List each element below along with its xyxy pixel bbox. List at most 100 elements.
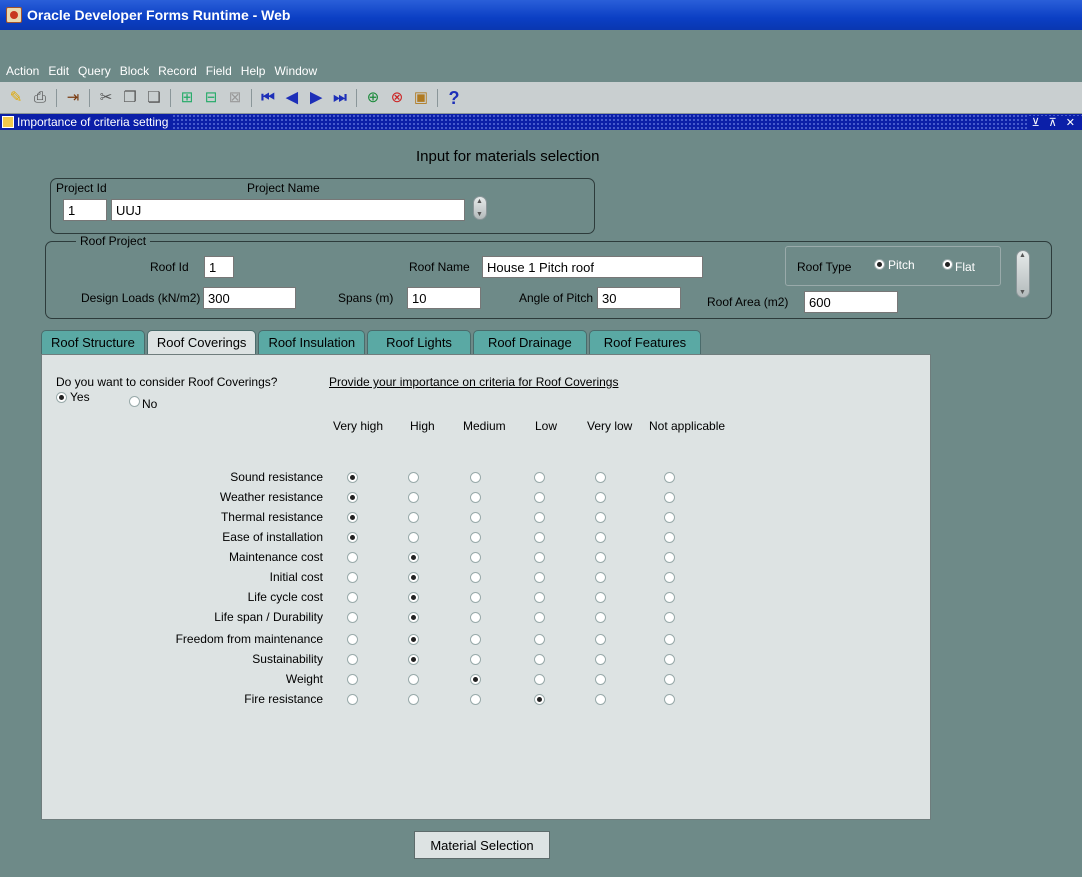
consider-no-radio[interactable] [129, 396, 140, 407]
criteria-radio-medium[interactable] [470, 674, 481, 685]
criteria-radio-not-applicable[interactable] [664, 492, 675, 503]
criteria-radio-high[interactable] [408, 552, 419, 563]
criteria-radio-high[interactable] [408, 532, 419, 543]
criteria-radio-high[interactable] [408, 492, 419, 503]
criteria-radio-low[interactable] [534, 492, 545, 503]
menu-help[interactable]: Help [241, 64, 266, 78]
criteria-radio-medium[interactable] [470, 512, 481, 523]
criteria-radio-very-high[interactable] [347, 552, 358, 563]
criteria-radio-very-high[interactable] [347, 532, 358, 543]
criteria-radio-very-high[interactable] [347, 512, 358, 523]
enter-query-icon[interactable]: ⊞ [176, 87, 198, 109]
criteria-radio-not-applicable[interactable] [664, 694, 675, 705]
criteria-radio-very-low[interactable] [595, 634, 606, 645]
help-icon[interactable]: ? [443, 87, 465, 109]
project-name-field[interactable]: UUJ [111, 199, 465, 221]
project-scroll-spinner[interactable] [473, 196, 487, 220]
copy-icon[interactable]: ❐ [119, 87, 141, 109]
design-loads-field[interactable]: 300 [203, 287, 296, 309]
menu-action[interactable]: Action [6, 64, 39, 78]
criteria-radio-high[interactable] [408, 694, 419, 705]
criteria-radio-very-low[interactable] [595, 694, 606, 705]
roof-type-pitch-radio[interactable] [874, 259, 885, 270]
roof-area-field[interactable]: 600 [804, 291, 898, 313]
criteria-radio-very-high[interactable] [347, 492, 358, 503]
window-controls[interactable]: ⊻ ⊼ ✕ [1027, 115, 1082, 129]
criteria-radio-not-applicable[interactable] [664, 572, 675, 583]
criteria-radio-very-high[interactable] [347, 592, 358, 603]
criteria-radio-medium[interactable] [470, 634, 481, 645]
criteria-radio-high[interactable] [408, 654, 419, 665]
criteria-radio-high[interactable] [408, 674, 419, 685]
criteria-radio-very-high[interactable] [347, 572, 358, 583]
criteria-radio-high[interactable] [408, 472, 419, 483]
consider-yes-radio[interactable] [56, 392, 67, 403]
menu-block[interactable]: Block [120, 64, 149, 78]
tab-roof-lights[interactable]: Roof Lights [367, 330, 471, 354]
menu-record[interactable]: Record [158, 64, 197, 78]
criteria-radio-very-low[interactable] [595, 592, 606, 603]
delete-record-icon[interactable]: ⊗ [386, 87, 408, 109]
criteria-radio-low[interactable] [534, 612, 545, 623]
criteria-radio-not-applicable[interactable] [664, 634, 675, 645]
criteria-radio-not-applicable[interactable] [664, 532, 675, 543]
project-id-field[interactable]: 1 [63, 199, 107, 221]
material-selection-button[interactable]: Material Selection [414, 831, 550, 859]
last-record-icon[interactable]: ⏭ [329, 87, 351, 109]
criteria-radio-not-applicable[interactable] [664, 612, 675, 623]
criteria-radio-not-applicable[interactable] [664, 552, 675, 563]
tab-roof-structure[interactable]: Roof Structure [41, 330, 145, 354]
criteria-radio-low[interactable] [534, 532, 545, 543]
criteria-radio-medium[interactable] [470, 492, 481, 503]
menu-field[interactable]: Field [206, 64, 232, 78]
criteria-radio-very-low[interactable] [595, 472, 606, 483]
spans-field[interactable]: 10 [407, 287, 481, 309]
criteria-radio-not-applicable[interactable] [664, 654, 675, 665]
criteria-radio-high[interactable] [408, 634, 419, 645]
tab-roof-drainage[interactable]: Roof Drainage [472, 330, 587, 354]
save-icon[interactable]: ✎ [5, 87, 27, 109]
roof-scroll-spinner[interactable] [1016, 250, 1030, 298]
criteria-radio-medium[interactable] [470, 694, 481, 705]
cancel-query-icon[interactable]: ⊠ [224, 87, 246, 109]
criteria-radio-medium[interactable] [470, 592, 481, 603]
criteria-radio-low[interactable] [534, 592, 545, 603]
criteria-radio-not-applicable[interactable] [664, 472, 675, 483]
criteria-radio-low[interactable] [534, 674, 545, 685]
print-icon[interactable]: ⎙ [29, 87, 51, 109]
criteria-radio-medium[interactable] [470, 654, 481, 665]
criteria-radio-low[interactable] [534, 572, 545, 583]
criteria-radio-very-low[interactable] [595, 532, 606, 543]
criteria-radio-medium[interactable] [470, 572, 481, 583]
criteria-radio-high[interactable] [408, 612, 419, 623]
lock-record-icon[interactable]: ▣ [410, 87, 432, 109]
criteria-radio-low[interactable] [534, 472, 545, 483]
criteria-radio-very-high[interactable] [347, 694, 358, 705]
angle-of-pitch-field[interactable]: 30 [597, 287, 681, 309]
criteria-radio-very-high[interactable] [347, 674, 358, 685]
execute-query-icon[interactable]: ⊟ [200, 87, 222, 109]
criteria-radio-low[interactable] [534, 552, 545, 563]
criteria-radio-low[interactable] [534, 634, 545, 645]
criteria-radio-very-high[interactable] [347, 472, 358, 483]
criteria-radio-medium[interactable] [470, 552, 481, 563]
criteria-radio-very-low[interactable] [595, 654, 606, 665]
criteria-radio-very-high[interactable] [347, 612, 358, 623]
roof-name-field[interactable]: House 1 Pitch roof [482, 256, 703, 278]
criteria-radio-high[interactable] [408, 512, 419, 523]
previous-record-icon[interactable]: ◀ [281, 87, 303, 109]
menu-window[interactable]: Window [274, 64, 317, 78]
criteria-radio-low[interactable] [534, 654, 545, 665]
criteria-radio-very-high[interactable] [347, 634, 358, 645]
menu-edit[interactable]: Edit [48, 64, 69, 78]
menu-query[interactable]: Query [78, 64, 111, 78]
criteria-radio-medium[interactable] [470, 472, 481, 483]
criteria-radio-high[interactable] [408, 592, 419, 603]
criteria-radio-not-applicable[interactable] [664, 674, 675, 685]
criteria-radio-very-low[interactable] [595, 492, 606, 503]
criteria-radio-medium[interactable] [470, 612, 481, 623]
tab-roof-insulation[interactable]: Roof Insulation [258, 330, 366, 354]
criteria-radio-very-low[interactable] [595, 512, 606, 523]
criteria-radio-low[interactable] [534, 694, 545, 705]
paste-icon[interactable]: ❏ [143, 87, 165, 109]
